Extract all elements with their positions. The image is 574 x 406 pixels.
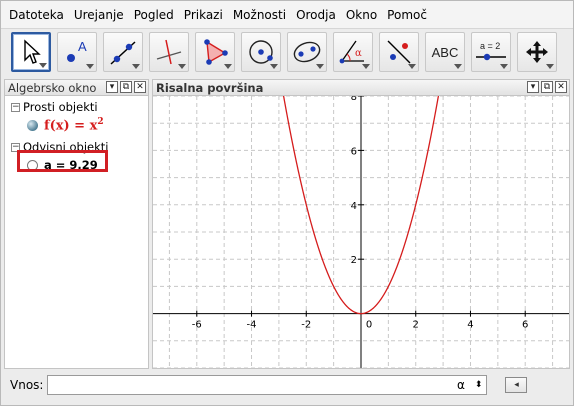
tool-button-1[interactable]: A [57,32,97,72]
circle-center-point-icon [246,37,276,67]
menu-bar: Datoteka Urejanje Pogled Prikazi Možnosti Oro… [1,1,573,29]
perpendicular-line-icon [154,37,184,67]
highlight-box [17,150,108,172]
x-tick-label: -6 [192,320,202,331]
new-point-icon: A [62,37,92,67]
y-tick-label: 8 [351,96,357,103]
panel-menu-button[interactable]: ▾ [527,81,539,93]
x-tick-label: 0 [366,320,372,331]
dropdown-indicator-icon [178,64,186,69]
tree-group-free-objects[interactable]: − Prosti objekti [11,99,108,115]
triangle-left-icon: ◂ [514,379,519,390]
tool-button-0[interactable] [11,32,51,72]
function-definition: f(x) = x2 [44,116,104,134]
move-arrow-icon [18,38,44,66]
x-tick-label: 4 [467,320,473,331]
dropdown-indicator-icon [270,64,278,69]
dropdown-indicator-icon [408,64,416,69]
x-tick-label: -4 [247,320,257,331]
reflect-about-line-icon [384,37,414,67]
visibility-toggle-icon[interactable] [27,119,38,131]
algebra-item-f[interactable]: f(x) = x2 [11,115,108,135]
geogebra-window: Datoteka Urejanje Pogled Prikazi Možnosti Oro… [0,0,574,406]
dropdown-indicator-icon [362,64,370,69]
tool-button-8[interactable] [379,32,419,72]
move-graphics-view-icon [523,38,551,66]
graphics-view-title: Risalna površina [156,80,264,95]
menu-item-2[interactable]: Pogled [132,6,176,24]
dropdown-indicator-icon [316,64,324,69]
x-tick-label: -2 [301,320,311,331]
dropdown-indicator-icon [86,64,94,69]
graph-canvas[interactable]: -6 -4 -2 0 2 4 6 2 4 6 8 [153,96,569,368]
menu-item-7[interactable]: Pomoč [385,6,429,24]
line-through-two-points-icon [108,37,138,67]
algebra-view: Algebrsko okno ▾ ⧉ ✕ − Prosti objekti f(… [4,79,149,369]
tool-button-10[interactable]: a = 2 [471,32,511,72]
svg-text:a = 2: a = 2 [480,41,500,51]
menu-item-6[interactable]: Okno [344,6,379,24]
collapse-icon[interactable]: − [11,102,20,112]
symbol-button[interactable]: α [457,378,465,392]
tool-button-4[interactable] [195,32,235,72]
tool-button-3[interactable] [149,32,189,72]
y-tick-label: 6 [351,146,357,157]
tree-group-label: Prosti objekti [23,100,98,114]
tool-button-11[interactable] [517,32,557,72]
input-label: Vnos: [10,377,44,392]
x-tick-label: 6 [522,320,528,331]
graphics-view[interactable]: Risalna površina ▾ ⧉ ✕ -6 -4 -2 0 2 4 6 2 4 6 8 [152,79,570,369]
ellipse-icon [292,37,322,67]
dropdown-indicator-icon [546,64,554,69]
dropdown-indicator-icon [224,64,232,69]
svg-text:α: α [355,48,362,59]
text-icon: ABC [431,44,459,60]
x-tick-label: 2 [413,320,419,331]
svg-text:A: A [78,39,87,54]
y-tick-label: 4 [351,201,357,212]
panel-undock-button[interactable]: ⧉ [541,81,553,93]
tool-button-5[interactable] [241,32,281,72]
graphics-view-header: Risalna površina ▾ ⧉ ✕ [153,80,569,96]
menu-item-1[interactable]: Urejanje [72,6,126,24]
dropdown-indicator-icon [454,64,462,69]
tool-button-9[interactable]: ABC [425,32,465,72]
tool-button-7[interactable]: α [333,32,373,72]
menu-item-0[interactable]: Datoteka [7,6,66,24]
input-bar: Vnos: α ⬍ ◂ [4,372,570,397]
menu-item-4[interactable]: Možnosti [231,6,288,24]
dropdown-indicator-icon [132,64,140,69]
tool-button-2[interactable] [103,32,143,72]
input-help-button[interactable]: ◂ [505,376,528,393]
panel-undock-button[interactable]: ⧉ [120,81,132,93]
menu-item-5[interactable]: Orodja [294,6,338,24]
angle-icon: α [338,37,368,67]
history-spinner-icon[interactable]: ⬍ [475,380,483,390]
polygon-icon [200,37,230,67]
menu-item-3[interactable]: Prikazi [182,6,225,24]
input-field[interactable]: α ⬍ [47,374,488,395]
panel-close-button[interactable]: ✕ [555,81,567,93]
y-tick-label: 2 [351,255,357,266]
slider-icon: a = 2 [474,39,508,65]
dropdown-indicator-icon [39,63,47,68]
tool-button-6[interactable] [287,32,327,72]
dropdown-indicator-icon [500,64,508,69]
algebra-view-header: Algebrsko okno ▾ ⧉ ✕ [5,80,148,96]
toolbar: Aα ABC a = 2 [1,29,573,75]
panel-menu-button[interactable]: ▾ [106,81,118,93]
algebra-view-title: Algebrsko okno [8,80,97,95]
panel-close-button[interactable]: ✕ [134,81,146,93]
